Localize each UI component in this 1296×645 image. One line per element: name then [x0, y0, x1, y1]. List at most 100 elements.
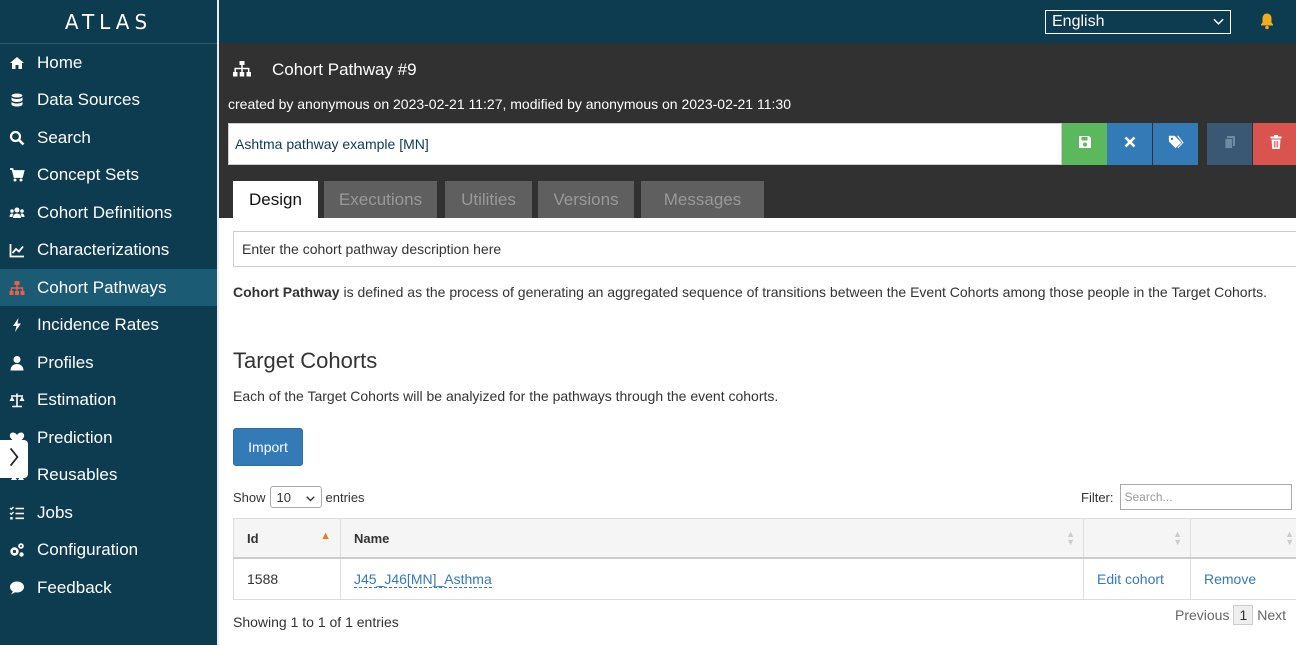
chart-line-icon — [9, 242, 25, 258]
sidebar-item-estimation[interactable]: Estimation — [0, 381, 217, 418]
search-icon — [9, 130, 25, 146]
sidebar-item-label: Configuration — [37, 539, 139, 559]
previous-button[interactable]: Previous — [1175, 607, 1229, 623]
sidebar-item-cohort-pathways[interactable]: Cohort Pathways — [0, 269, 217, 306]
sort-icon: ▲ ▼ — [1066, 529, 1075, 547]
sidebar-item-label: Search — [37, 127, 91, 147]
tab-design[interactable]: Design — [233, 181, 318, 218]
sidebar-item-label: Prediction — [37, 427, 113, 447]
import-button[interactable]: Import — [233, 428, 303, 466]
filter-label: Filter: — [1081, 489, 1114, 505]
pathway-name-input[interactable]: Ashtma pathway example [MN] — [228, 123, 1062, 165]
sidebar-item-search[interactable]: Search — [0, 119, 217, 156]
sidebar-item-concept-sets[interactable]: Concept Sets — [0, 156, 217, 193]
copy-icon — [1222, 134, 1238, 155]
target-cohorts-table: Id ▲ Name ▲ ▼ ▲ ▼ ▲ ▼ 1588 J45_J46[MN]_Asth… — [233, 518, 1296, 600]
database-icon — [9, 92, 25, 108]
definition-body: is defined as the process of generating … — [339, 284, 1268, 300]
sidebar-item-label: Characterizations — [37, 239, 170, 259]
table-row: 1588 J45_J46[MN]_Asthma Edit cohort Remo… — [233, 557, 1296, 600]
column-header-remove[interactable]: ▲ ▼ — [1190, 518, 1296, 559]
created-modified-info: created by anonymous on 2023-02-21 11:27… — [228, 96, 791, 112]
next-button[interactable]: Next — [1257, 607, 1286, 623]
sort-asc-icon: ▲ — [320, 530, 331, 542]
save-icon — [1077, 134, 1093, 155]
tab-utilities[interactable]: Utilities — [445, 181, 532, 218]
sidebar: ATLAS Home Data Sources Search Concept S… — [0, 0, 217, 645]
app-logo[interactable]: ATLAS — [0, 0, 217, 44]
sidebar-item-jobs[interactable]: Jobs — [0, 494, 217, 531]
home-icon — [9, 55, 25, 71]
close-button[interactable] — [1107, 123, 1152, 165]
sidebar-item-profiles[interactable]: Profiles — [0, 344, 217, 381]
column-header-edit[interactable]: ▲ ▼ — [1083, 518, 1191, 559]
page-length-control: Show 10 entries — [233, 486, 365, 508]
sidebar-item-feedback[interactable]: Feedback — [0, 569, 217, 606]
show-label: Show — [233, 489, 266, 505]
users-icon — [9, 205, 25, 221]
section-title: Target Cohorts — [233, 348, 378, 373]
tags-button[interactable] — [1153, 123, 1198, 165]
column-header-id[interactable]: Id ▲ — [233, 518, 341, 559]
tab-messages[interactable]: Messages — [641, 181, 764, 218]
remove-cell: Remove — [1190, 557, 1296, 600]
chevron-down-icon — [1213, 13, 1224, 31]
bell-icon[interactable] — [1258, 12, 1276, 30]
edit-cohort-link[interactable]: Edit cohort — [1097, 571, 1164, 587]
description-input[interactable]: Enter the cohort pathway description her… — [233, 231, 1296, 267]
tab-executions[interactable]: Executions — [324, 181, 437, 218]
sort-icon: ▲ ▼ — [1285, 529, 1294, 547]
sidebar-item-home[interactable]: Home — [0, 44, 217, 81]
cohort-id: 1588 — [233, 557, 341, 600]
delete-button[interactable] — [1253, 123, 1296, 165]
bolt-icon — [9, 317, 25, 333]
column-header-name[interactable]: Name ▲ ▼ — [340, 518, 1084, 559]
save-button[interactable] — [1062, 123, 1107, 165]
sidebar-item-label: Reusables — [37, 464, 118, 484]
sidebar-item-configuration[interactable]: Configuration — [0, 531, 217, 568]
language-value: English — [1052, 13, 1105, 30]
cohort-name-link[interactable]: J45_J46[MN]_Asthma — [354, 571, 492, 588]
tasks-icon — [9, 505, 25, 521]
trash-icon — [1268, 134, 1284, 155]
page-length-select[interactable]: 10 — [269, 486, 322, 508]
page-title: Cohort Pathway #9 — [272, 60, 417, 79]
section-description: Each of the Target Cohorts will be analy… — [233, 388, 779, 404]
definition-text: Cohort Pathway is defined as the process… — [233, 282, 1283, 302]
sidebar-item-incidence-rates[interactable]: Incidence Rates — [0, 306, 217, 343]
filter-input[interactable]: Search... — [1119, 484, 1292, 510]
sidebar-item-reusables[interactable]: Reusables — [0, 456, 217, 493]
comment-icon — [9, 580, 25, 596]
definition-term: Cohort Pathway — [233, 284, 340, 300]
sidebar-toggle-button[interactable] — [0, 440, 28, 478]
page-button-current[interactable]: 1 — [1233, 605, 1254, 625]
chevron-right-icon — [8, 446, 20, 473]
chevron-down-icon — [305, 490, 315, 505]
page-length-value: 10 — [276, 489, 291, 505]
sidebar-item-label: Incidence Rates — [37, 314, 159, 334]
tags-icon — [1168, 134, 1184, 155]
language-select[interactable]: English — [1045, 10, 1231, 34]
copy-button[interactable] — [1207, 123, 1252, 165]
sidebar-item-cohort-definitions[interactable]: Cohort Definitions — [0, 194, 217, 231]
cart-icon — [9, 167, 25, 183]
close-icon — [1122, 134, 1138, 155]
sitemap-icon — [232, 60, 252, 78]
sidebar-item-label: Cohort Definitions — [37, 202, 173, 222]
pathway-header: Cohort Pathway #9 created by anonymous o… — [219, 43, 1296, 218]
balance-scale-icon — [9, 392, 25, 408]
sidebar-item-label: Profiles — [37, 352, 94, 372]
sidebar-item-label: Feedback — [37, 577, 112, 597]
sidebar-item-prediction[interactable]: Prediction — [0, 419, 217, 456]
tab-versions[interactable]: Versions — [538, 181, 634, 218]
sidebar-item-data-sources[interactable]: Data Sources — [0, 81, 217, 118]
sidebar-item-characterizations[interactable]: Characterizations — [0, 231, 217, 268]
sidebar-item-label: Estimation — [37, 389, 117, 409]
table-filter: Filter: Search... — [1081, 484, 1292, 510]
entries-label: entries — [325, 489, 365, 505]
sidebar-item-label: Home — [37, 52, 83, 72]
top-bar: English — [219, 0, 1296, 43]
cogs-icon — [9, 542, 25, 558]
remove-link[interactable]: Remove — [1204, 571, 1256, 587]
sidebar-item-label: Data Sources — [37, 89, 140, 109]
